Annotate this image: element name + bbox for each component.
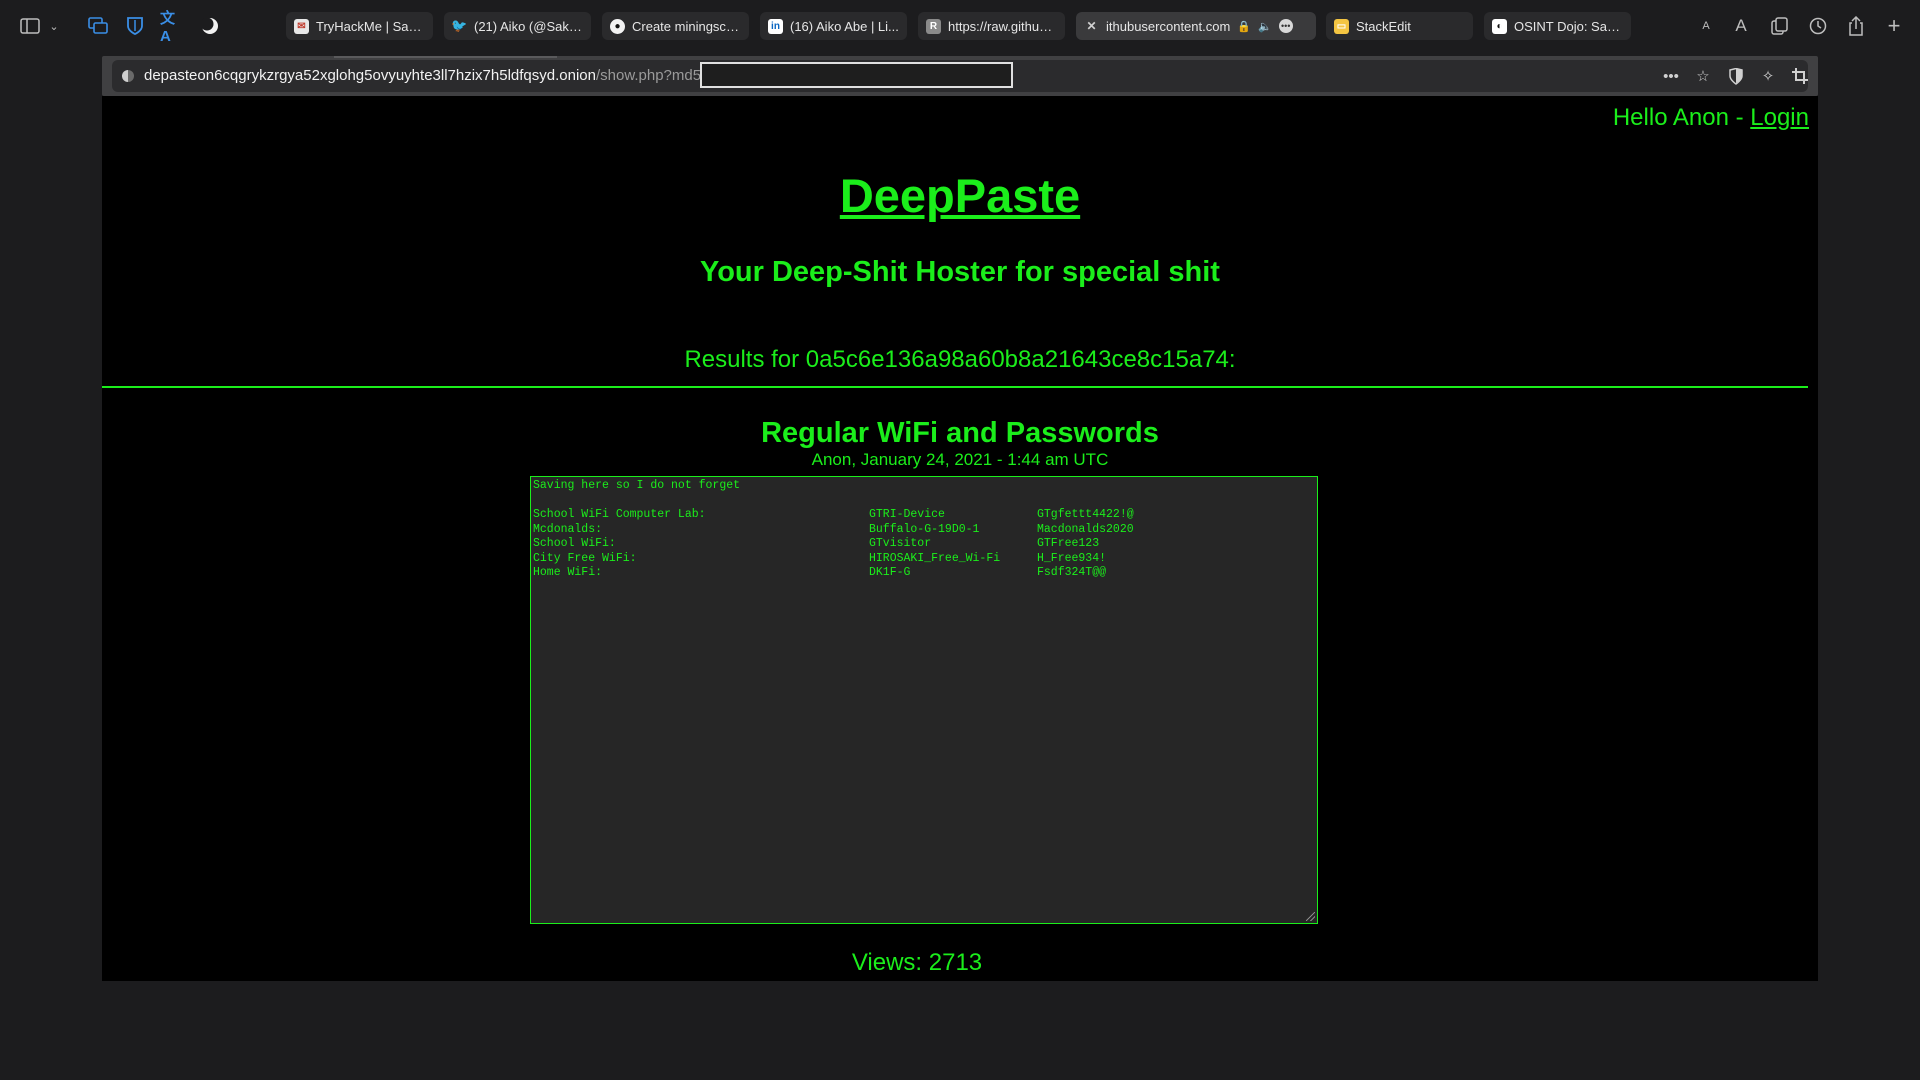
dark-mode-moon-icon[interactable] [198,14,222,38]
password: GTFree123 [1037,537,1100,550]
url-host: depasteon6cqgrykzrgya52xglohg5ovyuyhte3l… [144,67,596,84]
ssid: Buffalo-G-19D0-1 [869,522,980,536]
url-text[interactable]: depasteon6cqgrykzrgya52xglohg5ovyuyhte3l… [144,67,710,84]
reader-text-larger-icon[interactable]: A [1729,14,1753,38]
textarea-resize-handle[interactable] [1306,912,1315,921]
password: GTgfettt4422!@ [1037,508,1134,521]
osintdojo-icon: ◐ [1492,18,1507,34]
tab-title: StackEdit [1356,18,1411,34]
chevron-down-icon[interactable]: ⌄ [47,14,61,38]
history-clock-icon[interactable] [1806,14,1830,38]
raw-icon: R [926,18,941,34]
crop-screenshot-icon[interactable] [1789,65,1811,87]
page-load-progress [334,56,557,58]
view-counter: Views: 2713 [851,949,983,976]
tryhackme-icon: ✉ [294,18,309,34]
privacy-shield-icon[interactable] [1725,65,1747,87]
github-icon: ● [610,18,625,34]
twitter-icon: 🐦 [451,18,468,33]
url-field[interactable]: depasteon6cqgrykzrgya52xglohg5ovyuyhte3l… [112,60,1808,92]
ssid: DK1F-G [869,566,911,579]
new-tab-plus-icon[interactable]: + [1882,13,1906,38]
results-heading: Results for 0a5c6e136a98a60b8a21643ce8c1… [684,346,1236,373]
login-link[interactable]: Login [1750,104,1809,131]
divider [102,386,1808,388]
paste-row: Mcdonalds: Buffalo-G-19D0-1 Macdonalds20… [533,523,1315,538]
paste-row: Home WiFi: DK1F-G Fsdf324T@@ [533,566,1315,581]
site-title: DeepPaste [102,168,1818,223]
paste-row: City Free WiFi: HIROSAKI_Free_Wi-Fi H_Fr… [533,552,1315,567]
address-bar: depasteon6cqgrykzrgya52xglohg5ovyuyhte3l… [102,56,1818,96]
site-title-link[interactable]: DeepPaste [840,169,1080,222]
page-viewport: Hello Anon - Login DeepPaste Your Deep-S… [102,96,1818,981]
tab-osint-dojo[interactable]: ◐ OSINT Dojo: Sak... [1484,12,1631,40]
url-edit-selection-box[interactable] [700,62,1013,88]
tab-title: ithubusercontent.com [1106,18,1231,34]
tab-bar: ⌄ 文A ✉ TryHackMe | Sak... 🐦 (21) Aiko (@… [0,0,1920,52]
paste-title: Regular WiFi and Passwords [761,417,1159,449]
lock-icon: 🔒 [1237,20,1251,33]
password: Fsdf324T@@ [1037,566,1107,579]
paste-row: School WiFi Computer Lab: GTRI-Device GT… [533,508,1315,523]
stackedit-icon: ▭ [1334,18,1349,34]
close-tab-icon[interactable]: ✕ [1084,19,1099,34]
paste-intro-line: Saving here so I do not forget [533,479,741,492]
linkedin-icon: in [768,18,783,34]
more-actions-icon[interactable]: ••• [1660,65,1682,87]
share-icon[interactable] [1844,14,1868,38]
tab-title: OSINT Dojo: Sak... [1514,18,1623,34]
network-label: Mcdonalds: [533,522,603,536]
password: H_Free934! [1037,551,1107,565]
site-tagline: Your Deep-Shit Hoster for special shit [700,256,1220,288]
ssid: HIROSAKI_Free_Wi-Fi [869,551,1001,565]
bookmark-star-icon[interactable]: ☆ [1692,65,1714,87]
ssid: GTRI-Device [869,508,945,521]
hello-text: Hello Anon - [1612,104,1751,131]
tab-github[interactable]: ● Create miningscri... [602,12,749,40]
tab-title: TryHackMe | Sak... [316,18,425,34]
tab-title: Create miningscri... [632,18,741,34]
paste-meta: Anon, January 24, 2021 - 1:44 am UTC [811,450,1109,469]
tab-linkedin[interactable]: in (16) Aiko Abe | Li... [760,12,907,40]
audio-playing-icon[interactable]: 🔈 [1258,20,1272,33]
tab-title: (21) Aiko (@Saku... [474,18,583,34]
network-label: City Free WiFi: [533,551,637,565]
sidebar-toggle-icon[interactable] [18,14,42,38]
url-path: /show.php?md5= [595,67,710,84]
translate-icon[interactable]: 文A [160,10,184,45]
network-label: School WiFi: [533,537,616,550]
paste-row: School WiFi: GTvisitor GTFree123 [533,537,1315,552]
paste-content-textarea[interactable]: Saving here so I do not forget School Wi… [530,476,1318,924]
tab-raw-github[interactable]: R https://raw.github... [918,12,1065,40]
site-info-icon[interactable] [122,70,134,82]
tab-twitter[interactable]: 🐦 (21) Aiko (@Saku... [444,12,591,40]
tab-active-githubusercontent[interactable]: ✕ ithubusercontent.com 🔒 🔈 ••• [1076,12,1316,40]
bitwarden-shield-icon[interactable] [123,14,147,38]
tab-stackedit[interactable]: ▭ StackEdit [1326,12,1473,40]
ssid: GTvisitor [869,537,932,550]
greeting: Hello Anon - Login [1613,104,1809,132]
network-label: School WiFi Computer Lab: [533,508,706,521]
copy-icon[interactable] [1768,14,1792,38]
password: Macdonalds2020 [1037,522,1134,536]
network-label: Home WiFi: [533,566,603,579]
reader-text-smaller-icon[interactable]: A [1694,14,1718,38]
tab-title: (16) Aiko Abe | Li... [790,18,899,34]
more-options-icon[interactable]: ••• [1278,19,1293,33]
tab-overview-icon[interactable] [86,14,110,38]
magic-wand-icon[interactable]: ✧ [1757,65,1779,87]
tab-tryhackme[interactable]: ✉ TryHackMe | Sak... [286,12,433,40]
tab-title: https://raw.github... [948,18,1057,34]
